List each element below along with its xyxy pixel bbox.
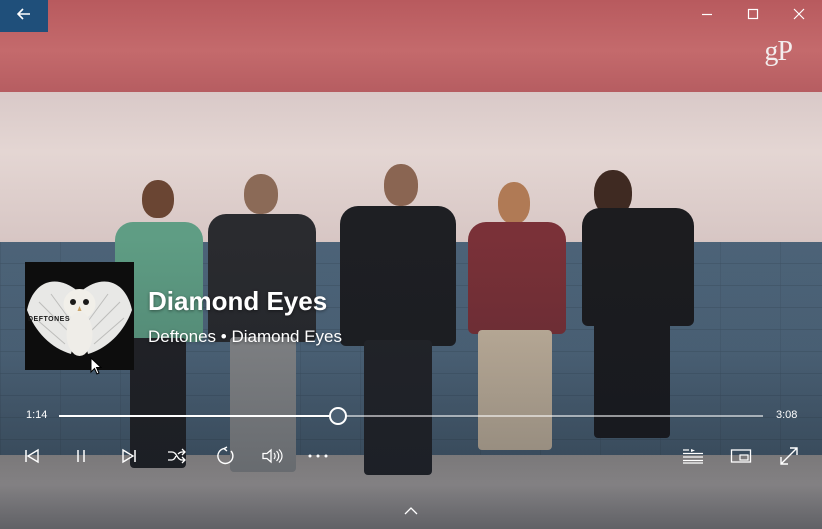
shuffle-button[interactable] (165, 445, 189, 467)
repeat-button[interactable] (213, 445, 237, 467)
chevron-up-icon (404, 502, 418, 520)
now-playing-list-button[interactable] (681, 445, 705, 467)
expand-panel-button[interactable] (401, 504, 421, 518)
previous-icon (23, 448, 41, 464)
watermark-logo: gP (764, 36, 793, 67)
volume-icon (261, 448, 283, 464)
seek-bar[interactable] (59, 407, 763, 425)
repeat-icon (215, 446, 235, 466)
pause-icon (74, 448, 88, 464)
shuffle-icon (167, 448, 187, 464)
maximize-button[interactable] (730, 0, 776, 32)
mouse-cursor-icon (90, 356, 103, 380)
track-artist-album[interactable]: Deftones • Diamond Eyes (148, 327, 342, 347)
now-playing-list-icon (682, 448, 704, 464)
more-options-button[interactable] (306, 445, 330, 467)
album-art-band-text: DEFTONES (28, 316, 70, 323)
music-player-window: gP DEFTONES Diamond Eyes Deftones • Diam… (0, 0, 822, 529)
arrow-left-icon (16, 7, 31, 25)
full-screen-icon (779, 446, 799, 466)
next-icon (120, 448, 138, 464)
total-time: 3:08 (776, 409, 798, 421)
seek-bar-fill (59, 415, 339, 417)
pause-button[interactable] (69, 445, 93, 467)
album-art[interactable]: DEFTONES (25, 262, 134, 370)
close-icon (793, 7, 805, 25)
back-button[interactable] (0, 0, 48, 32)
elapsed-time: 1:14 (26, 409, 48, 421)
mini-view-icon (730, 448, 752, 464)
more-icon (307, 453, 329, 459)
minimize-button[interactable] (684, 0, 730, 32)
volume-button[interactable] (260, 445, 284, 467)
maximize-icon (747, 7, 759, 25)
minimize-icon (701, 7, 713, 25)
full-screen-button[interactable] (777, 445, 801, 467)
track-title: Diamond Eyes (148, 286, 328, 316)
close-button[interactable] (776, 0, 822, 32)
mini-view-button[interactable] (729, 445, 753, 467)
next-button[interactable] (117, 445, 141, 467)
previous-button[interactable] (20, 445, 44, 467)
